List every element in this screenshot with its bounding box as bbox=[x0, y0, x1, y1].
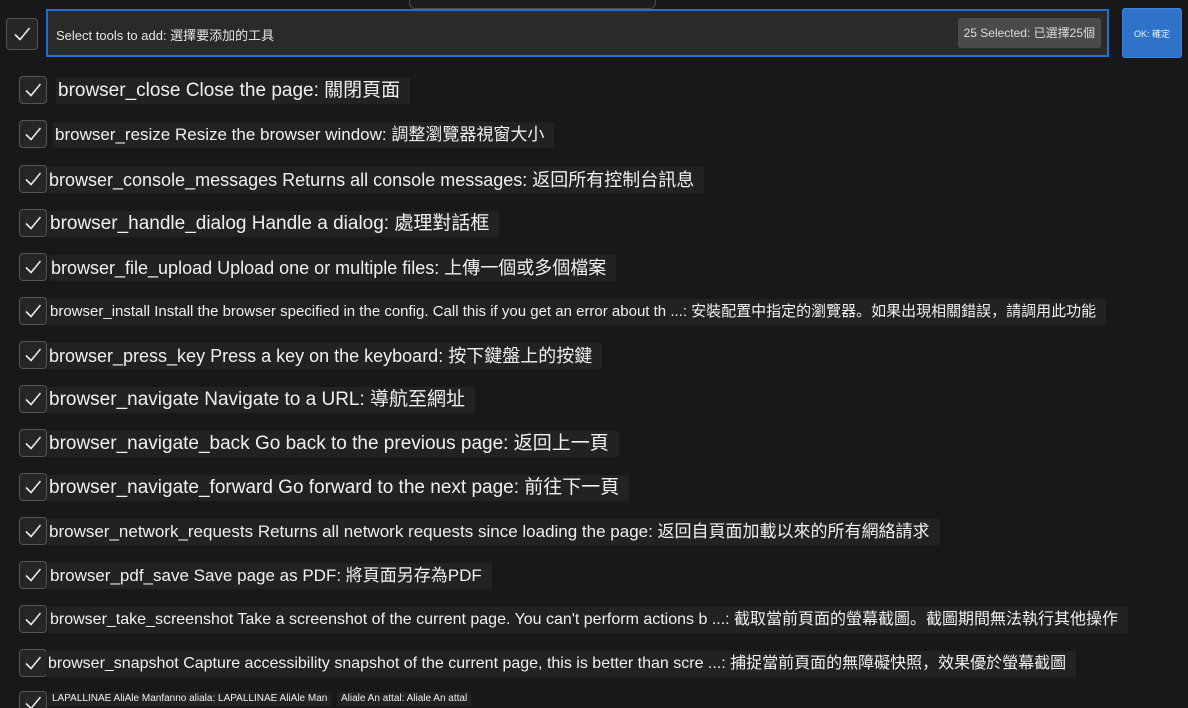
checkmark-icon bbox=[25, 436, 42, 450]
tool-checkbox[interactable] bbox=[19, 76, 47, 104]
tool-label: browser_navigate_back Go back to the pre… bbox=[47, 431, 619, 457]
tool-picker-dialog: 25 Selected: 已選擇25個 OK: 確定 browser_close… bbox=[0, 0, 1188, 708]
checkmark-icon bbox=[25, 568, 42, 582]
tool-checkbox[interactable] bbox=[19, 120, 47, 148]
ok-button[interactable]: OK: 確定 bbox=[1122, 8, 1182, 58]
tool-checkbox[interactable] bbox=[19, 385, 47, 413]
tool-checkbox[interactable] bbox=[19, 517, 47, 545]
tool-row[interactable]: browser_navigate_back Go back to the pre… bbox=[0, 425, 1188, 461]
tool-checkbox[interactable] bbox=[19, 209, 47, 237]
tool-checkbox[interactable] bbox=[19, 165, 47, 193]
checkmark-icon bbox=[25, 612, 42, 626]
tool-checkbox[interactable] bbox=[19, 691, 47, 708]
tool-filter-input[interactable] bbox=[56, 23, 936, 45]
tool-label: browser_resize Resize the browser window… bbox=[53, 122, 555, 148]
tool-checkbox[interactable] bbox=[19, 429, 47, 457]
tool-label: browser_file_upload Upload one or multip… bbox=[49, 255, 617, 281]
tool-checkbox[interactable] bbox=[19, 297, 47, 325]
checkmark-icon bbox=[25, 480, 42, 494]
tool-row[interactable]: browser_install Install the browser spec… bbox=[0, 293, 1188, 329]
checkmark-icon bbox=[25, 216, 42, 230]
checkmark-icon bbox=[25, 304, 42, 318]
tool-checkbox[interactable] bbox=[19, 649, 47, 677]
checkmark-icon bbox=[25, 656, 42, 670]
tool-label-partial: LAPALLINAE AliAle Manfanno aliala: LAPAL… bbox=[48, 692, 332, 706]
checkmark-icon bbox=[25, 348, 42, 362]
tool-row[interactable]: browser_navigate Navigate to a URL: 導航至網… bbox=[0, 381, 1188, 417]
tool-label: browser_snapshot Capture accessibility s… bbox=[46, 651, 1077, 677]
tool-checkbox[interactable] bbox=[19, 341, 47, 369]
select-all-checkbox[interactable] bbox=[6, 18, 38, 50]
tool-row[interactable]: browser_take_screenshot Take a screensho… bbox=[0, 601, 1188, 637]
tool-label: browser_press_key Press a key on the key… bbox=[47, 343, 603, 369]
tool-label: browser_pdf_save Save page as PDF: 將頁面另存… bbox=[48, 563, 492, 589]
tool-label: browser_navigate_forward Go forward to t… bbox=[47, 475, 630, 501]
tool-row[interactable]: browser_close Close the page: 關閉頁面 bbox=[0, 72, 1188, 108]
tool-row-partial[interactable]: LAPALLINAE AliAle Manfanno aliala: LAPAL… bbox=[0, 688, 1188, 708]
tool-row[interactable]: browser_file_upload Upload one or multip… bbox=[0, 249, 1188, 285]
checkmark-icon bbox=[25, 83, 42, 97]
tool-filter-input-box[interactable]: 25 Selected: 已選擇25個 bbox=[46, 9, 1109, 57]
tool-checkbox[interactable] bbox=[19, 473, 47, 501]
tool-label: browser_handle_dialog Handle a dialog: 處… bbox=[48, 211, 500, 237]
tool-label: browser_console_messages Returns all con… bbox=[47, 167, 705, 193]
tool-label: browser_navigate Navigate to a URL: 導航至網… bbox=[47, 387, 476, 413]
tool-label: browser_install Install the browser spec… bbox=[48, 299, 1107, 325]
tool-label: browser_network_requests Returns all net… bbox=[47, 519, 940, 545]
checkmark-icon bbox=[25, 696, 42, 708]
tool-row[interactable]: browser_handle_dialog Handle a dialog: 處… bbox=[0, 205, 1188, 241]
checkmark-icon bbox=[14, 27, 31, 41]
checkmark-icon bbox=[25, 172, 42, 186]
tool-row[interactable]: browser_snapshot Capture accessibility s… bbox=[0, 645, 1188, 681]
tool-label: browser_close Close the page: 關閉頁面 bbox=[56, 78, 411, 104]
tool-checkbox[interactable] bbox=[19, 253, 47, 281]
tool-label-partial-2: Aliale An attal: Aliale An attal bbox=[337, 692, 472, 706]
selected-count-badge: 25 Selected: 已選擇25個 bbox=[957, 18, 1101, 48]
window-tab-edge bbox=[409, 0, 656, 9]
tool-label: browser_take_screenshot Take a screensho… bbox=[48, 607, 1129, 633]
tool-row[interactable]: browser_resize Resize the browser window… bbox=[0, 116, 1188, 152]
tool-checkbox[interactable] bbox=[19, 605, 47, 633]
checkmark-icon bbox=[25, 392, 42, 406]
tool-row[interactable]: browser_navigate_forward Go forward to t… bbox=[0, 469, 1188, 505]
tool-row[interactable]: browser_pdf_save Save page as PDF: 將頁面另存… bbox=[0, 557, 1188, 593]
tool-checkbox[interactable] bbox=[19, 561, 47, 589]
checkmark-icon bbox=[25, 524, 42, 538]
tool-row[interactable]: browser_press_key Press a key on the key… bbox=[0, 337, 1188, 373]
checkmark-icon bbox=[25, 127, 42, 141]
tool-row[interactable]: browser_network_requests Returns all net… bbox=[0, 513, 1188, 549]
tool-row[interactable]: browser_console_messages Returns all con… bbox=[0, 161, 1188, 197]
checkmark-icon bbox=[25, 260, 42, 274]
